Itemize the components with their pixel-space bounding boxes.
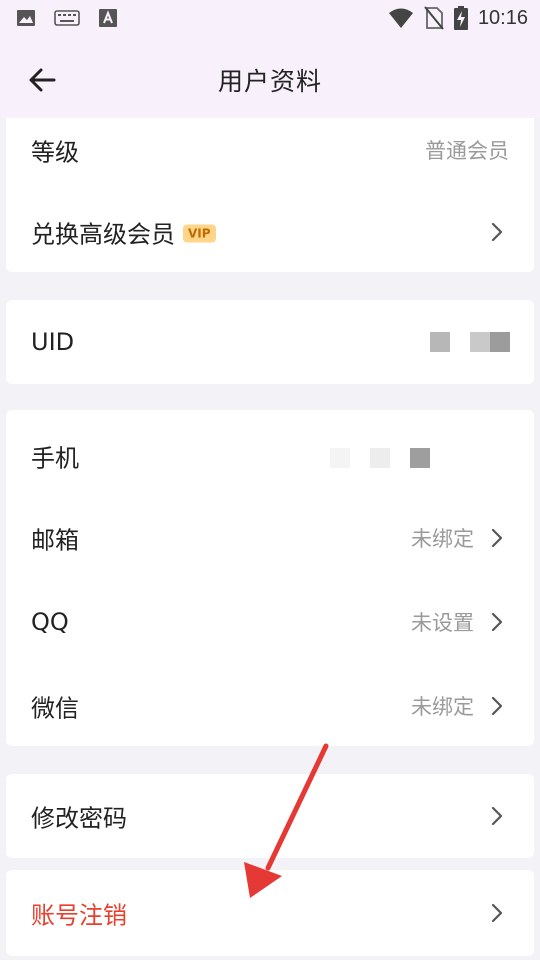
wechat-value: 未绑定 [411, 695, 474, 719]
chevron-right-icon [491, 806, 503, 826]
phone-value-redacted [330, 448, 350, 468]
delete-account-label: 账号注销 [31, 901, 127, 930]
wechat-row[interactable]: 微信 未绑定 [6, 666, 534, 746]
qq-value: 未设置 [411, 611, 474, 635]
uid-value-redacted [470, 332, 490, 352]
chevron-right-icon [491, 903, 503, 923]
uid-row: UID [6, 302, 534, 382]
upgrade-vip-label: 兑换高级会员 [31, 220, 175, 249]
keyboard-icon [54, 10, 80, 26]
change-password-label: 修改密码 [31, 804, 127, 833]
uid-value-redacted [490, 332, 510, 352]
image-icon [17, 10, 35, 26]
wifi-icon [388, 8, 413, 28]
chevron-right-icon [491, 222, 503, 242]
change-password-row[interactable]: 修改密码 [6, 776, 534, 856]
qq-label: QQ [31, 608, 69, 636]
uid-card: UID [6, 300, 534, 384]
level-label: 等级 [31, 138, 79, 167]
security-card: 修改密码 [6, 774, 534, 858]
delete-account-card: 账号注销 [6, 870, 534, 956]
battery-charging-icon [453, 6, 468, 30]
phone-value-redacted [370, 448, 390, 468]
vip-badge: VIP [183, 224, 216, 243]
email-value: 未绑定 [411, 527, 474, 551]
font-icon [99, 9, 117, 27]
uid-label: UID [31, 328, 75, 356]
phone-label: 手机 [31, 444, 79, 473]
phone-row[interactable]: 手机 [6, 416, 534, 496]
upgrade-vip-row[interactable]: 兑换高级会员 VIP [6, 192, 534, 272]
page-title: 用户资料 [217, 67, 322, 96]
email-label: 邮箱 [31, 526, 79, 555]
delete-account-row[interactable]: 账号注销 [6, 873, 534, 953]
uid-value-redacted [430, 332, 450, 352]
qq-row[interactable]: QQ 未设置 [6, 582, 534, 662]
level-row: 等级 普通会员 [6, 110, 534, 190]
no-sim-icon [424, 6, 444, 30]
membership-card: 等级 普通会员 兑换高级会员 VIP [6, 118, 534, 272]
chevron-right-icon [491, 612, 503, 632]
wechat-label: 微信 [31, 694, 79, 723]
level-value: 普通会员 [425, 139, 509, 163]
status-bar: 10:16 [0, 0, 540, 36]
chevron-right-icon [491, 696, 503, 716]
chevron-right-icon [491, 528, 503, 548]
bindings-card: 手机 邮箱 未绑定 QQ 未设置 微信 未绑定 [6, 410, 534, 746]
status-time: 10:16 [477, 6, 528, 29]
app-bar: 用户资料 [0, 36, 540, 118]
phone-value-redacted [410, 448, 430, 468]
email-row[interactable]: 邮箱 未绑定 [6, 498, 534, 578]
